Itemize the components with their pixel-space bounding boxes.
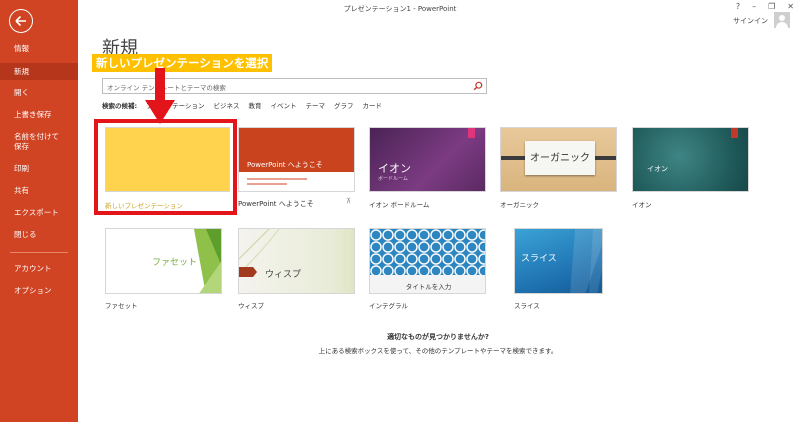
sidebar-item-label: エクスポート [14,208,59,217]
sidebar-item-label: 上書き保存 [14,110,52,119]
suggestion-link[interactable]: カード [362,100,382,110]
back-arrow-icon [15,15,26,27]
footer-heading: 適切なものが見つかりませんか? [387,333,489,341]
sidebar-item-label: 開く [14,88,29,97]
sidebar-item-label: 印刷 [14,164,29,173]
sidebar-item-label: アカウント [14,264,52,273]
sidebar-item-label: 保存 [14,142,29,151]
template-thumbnail: オーガニック [500,127,617,192]
suggestion-link[interactable]: グラフ [334,100,354,110]
sidebar-item-save-as[interactable]: 名前を付けて 保存 [0,132,78,154]
minimize-button[interactable]: – [752,2,756,11]
sidebar-item-label: 閉じる [14,230,37,239]
avatar[interactable] [774,12,790,28]
sidebar-item-label: 新規 [14,67,29,76]
help-button[interactable]: ? [736,2,740,11]
template-label: イオン ボードルーム [369,201,430,209]
suggestion-link[interactable]: テーマ [305,100,325,110]
window-title: プレゼンテーション1 - PowerPoint [343,5,457,13]
highlight-frame [94,119,237,215]
sidebar-item-share[interactable]: 共有 [0,186,78,198]
thumbnail-title: PowerPoint へようこそ [247,161,323,169]
template-label: PowerPoint へようこそ [238,200,314,208]
sidebar-item-label: 名前を付けて [14,132,59,141]
suggest-label: 検索の候補: [102,102,138,110]
template-label: ファセット [105,302,138,310]
instruction-callout: 新しいプレゼンテーションを選択 [92,54,273,72]
thumbnail-title: オーガニック [530,153,590,164]
sidebar-item-label: 共有 [14,186,29,195]
thumbnail-title: スライス [521,254,557,264]
template-thumbnail: PowerPoint へようこそ [238,127,355,192]
suggestion-link[interactable]: 教育 [248,100,261,110]
sidebar-divider [10,252,68,253]
thumbnail-title: タイトルを入力 [405,283,452,291]
thumbnail-subtitle: ボードルーム [378,176,408,182]
sidebar-item-close[interactable]: 閉じる [0,230,78,242]
signin-link[interactable]: サインイン [733,16,768,26]
powerpoint-backstage: 情報 新規 開く 上書き保存 名前を付けて 保存 印刷 共有 エクスポート 閉じ… [0,0,800,422]
backstage-sidebar: 情報 新規 開く 上書き保存 名前を付けて 保存 印刷 共有 エクスポート 閉じ… [0,0,78,422]
template-thumbnail: スライス [514,228,603,294]
template-thumbnail: イオン [632,127,749,192]
window-controls: ? – ❐ ✕ [736,2,794,11]
thumbnail-title: イオン [647,165,668,173]
footer-text: 上にある検索ボックスを使って、その他のテンプレートやテーマを検索できます。 [318,347,558,355]
sidebar-item-open[interactable]: 開く [0,88,78,100]
sidebar-item-info[interactable]: 情報 [0,44,78,56]
sidebar-item-save[interactable]: 上書き保存 [0,110,78,122]
down-arrow-icon [145,68,175,124]
suggestion-link[interactable]: イベント [270,100,296,110]
sidebar-item-account[interactable]: アカウント [0,264,78,276]
template-label: ウィスプ [238,302,264,310]
search-icon[interactable] [473,81,483,91]
sidebar-item-options[interactable]: オプション [0,286,78,298]
template-thumbnail: タイトルを入力 [369,228,486,294]
template-thumbnail: イオン ボードルーム [369,127,486,192]
template-thumbnail: ファセット [105,228,222,294]
template-label: インテグラル [369,302,408,310]
sidebar-item-label: オプション [14,286,52,295]
pin-icon[interactable]: ⊼ [346,197,351,205]
sidebar-item-new[interactable]: 新規 [0,63,78,80]
restore-button[interactable]: ❐ [768,2,775,11]
thumbnail-title: ウィスプ [265,270,302,280]
suggestion-link[interactable]: ビジネス [213,100,239,110]
thumbnail-title: イオン [378,162,411,175]
wisp-shapes [239,229,280,277]
sidebar-item-export[interactable]: エクスポート [0,208,78,220]
thumbnail-title: ファセット [152,258,198,268]
sidebar-item-label: 情報 [14,44,29,53]
sidebar-item-print[interactable]: 印刷 [0,164,78,176]
search-suggestions: 検索の候補: プレゼンテーション ビジネス 教育 イベント テーマ グラフ カー… [102,100,382,110]
template-label: イオン [632,201,652,209]
template-thumbnail: ウィスプ [238,228,355,294]
template-label: オーガニック [500,201,539,209]
close-button[interactable]: ✕ [787,2,794,11]
template-label: スライス [514,302,540,310]
